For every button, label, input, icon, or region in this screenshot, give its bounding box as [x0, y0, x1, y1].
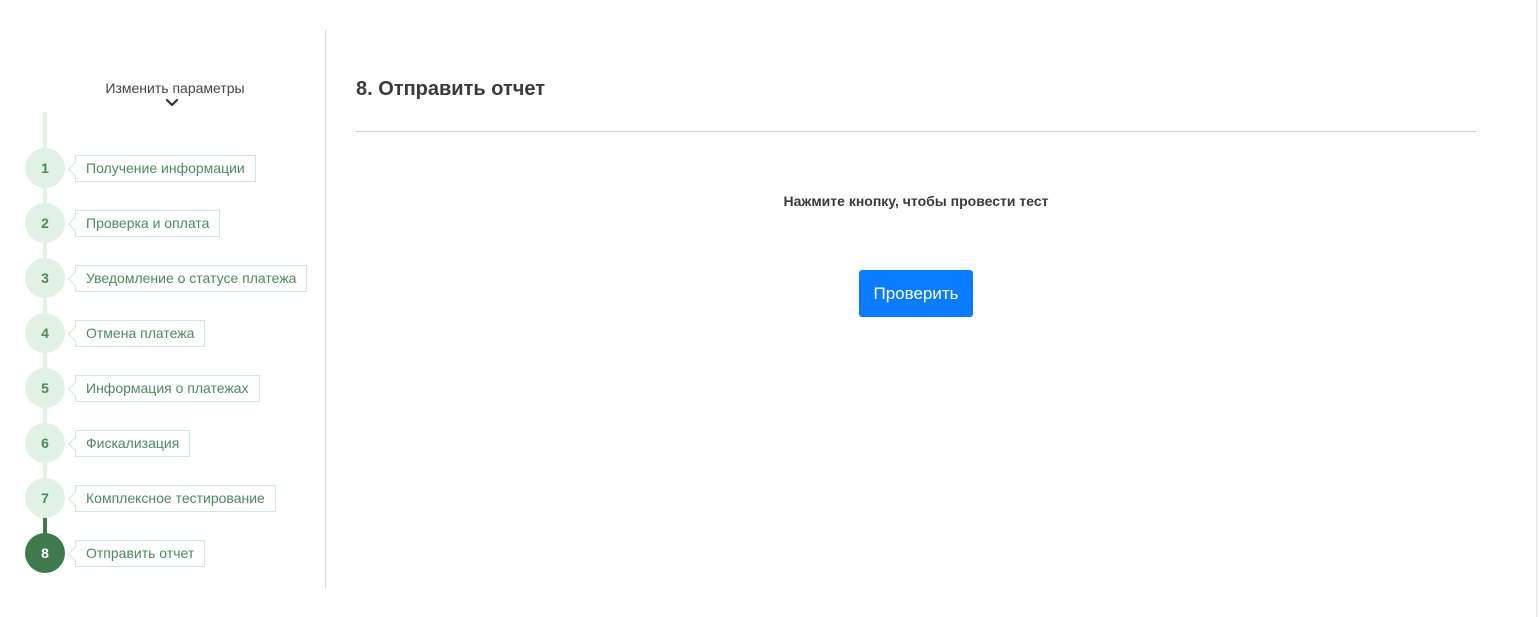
step-label: Отправить отчет [75, 540, 206, 567]
step-item-7[interactable]: 7 Комплексное тестирование [25, 478, 325, 518]
step-number: 5 [25, 368, 65, 408]
instruction-text: Нажмите кнопку, чтобы провести тест [783, 193, 1049, 209]
step-number: 1 [25, 148, 65, 188]
main-content: 8. Отправить отчет Нажмите кнопку, чтобы… [356, 0, 1476, 617]
step-label: Фискализация [75, 430, 191, 457]
step-number: 6 [25, 423, 65, 463]
step-number: 3 [25, 258, 65, 298]
chevron-down-icon [165, 98, 179, 107]
step-label: Проверка и оплата [75, 210, 221, 237]
step-item-3[interactable]: 3 Уведомление о статусе платежа [25, 258, 325, 298]
step-item-5[interactable]: 5 Информация о платежах [25, 368, 325, 408]
step-item-8[interactable]: 8 Отправить отчет [25, 533, 325, 573]
step-number: 4 [25, 313, 65, 353]
step-label: Отмена платежа [75, 320, 206, 347]
step-item-1[interactable]: 1 Получение информации [25, 148, 325, 188]
step-label: Информация о платежах [75, 375, 260, 402]
change-params-label: Изменить параметры [105, 80, 245, 96]
step-item-4[interactable]: 4 Отмена платежа [25, 313, 325, 353]
scrollbar[interactable] [1536, 0, 1540, 617]
step-number: 7 [25, 478, 65, 518]
check-button[interactable]: Проверить [859, 270, 973, 317]
page: Изменить параметры 1 Получение информаци… [0, 0, 1540, 617]
step-label: Получение информации [75, 155, 256, 182]
step-item-2[interactable]: 2 Проверка и оплата [25, 203, 325, 243]
step-label: Уведомление о статусе платежа [75, 265, 308, 292]
title-divider [356, 131, 1476, 132]
step-item-6[interactable]: 6 Фискализация [25, 423, 325, 463]
step-label: Комплексное тестирование [75, 485, 276, 512]
step-number: 2 [25, 203, 65, 243]
step-number: 8 [25, 533, 65, 573]
change-params-toggle[interactable]: Изменить параметры [0, 80, 350, 108]
page-title: 8. Отправить отчет [356, 78, 546, 100]
